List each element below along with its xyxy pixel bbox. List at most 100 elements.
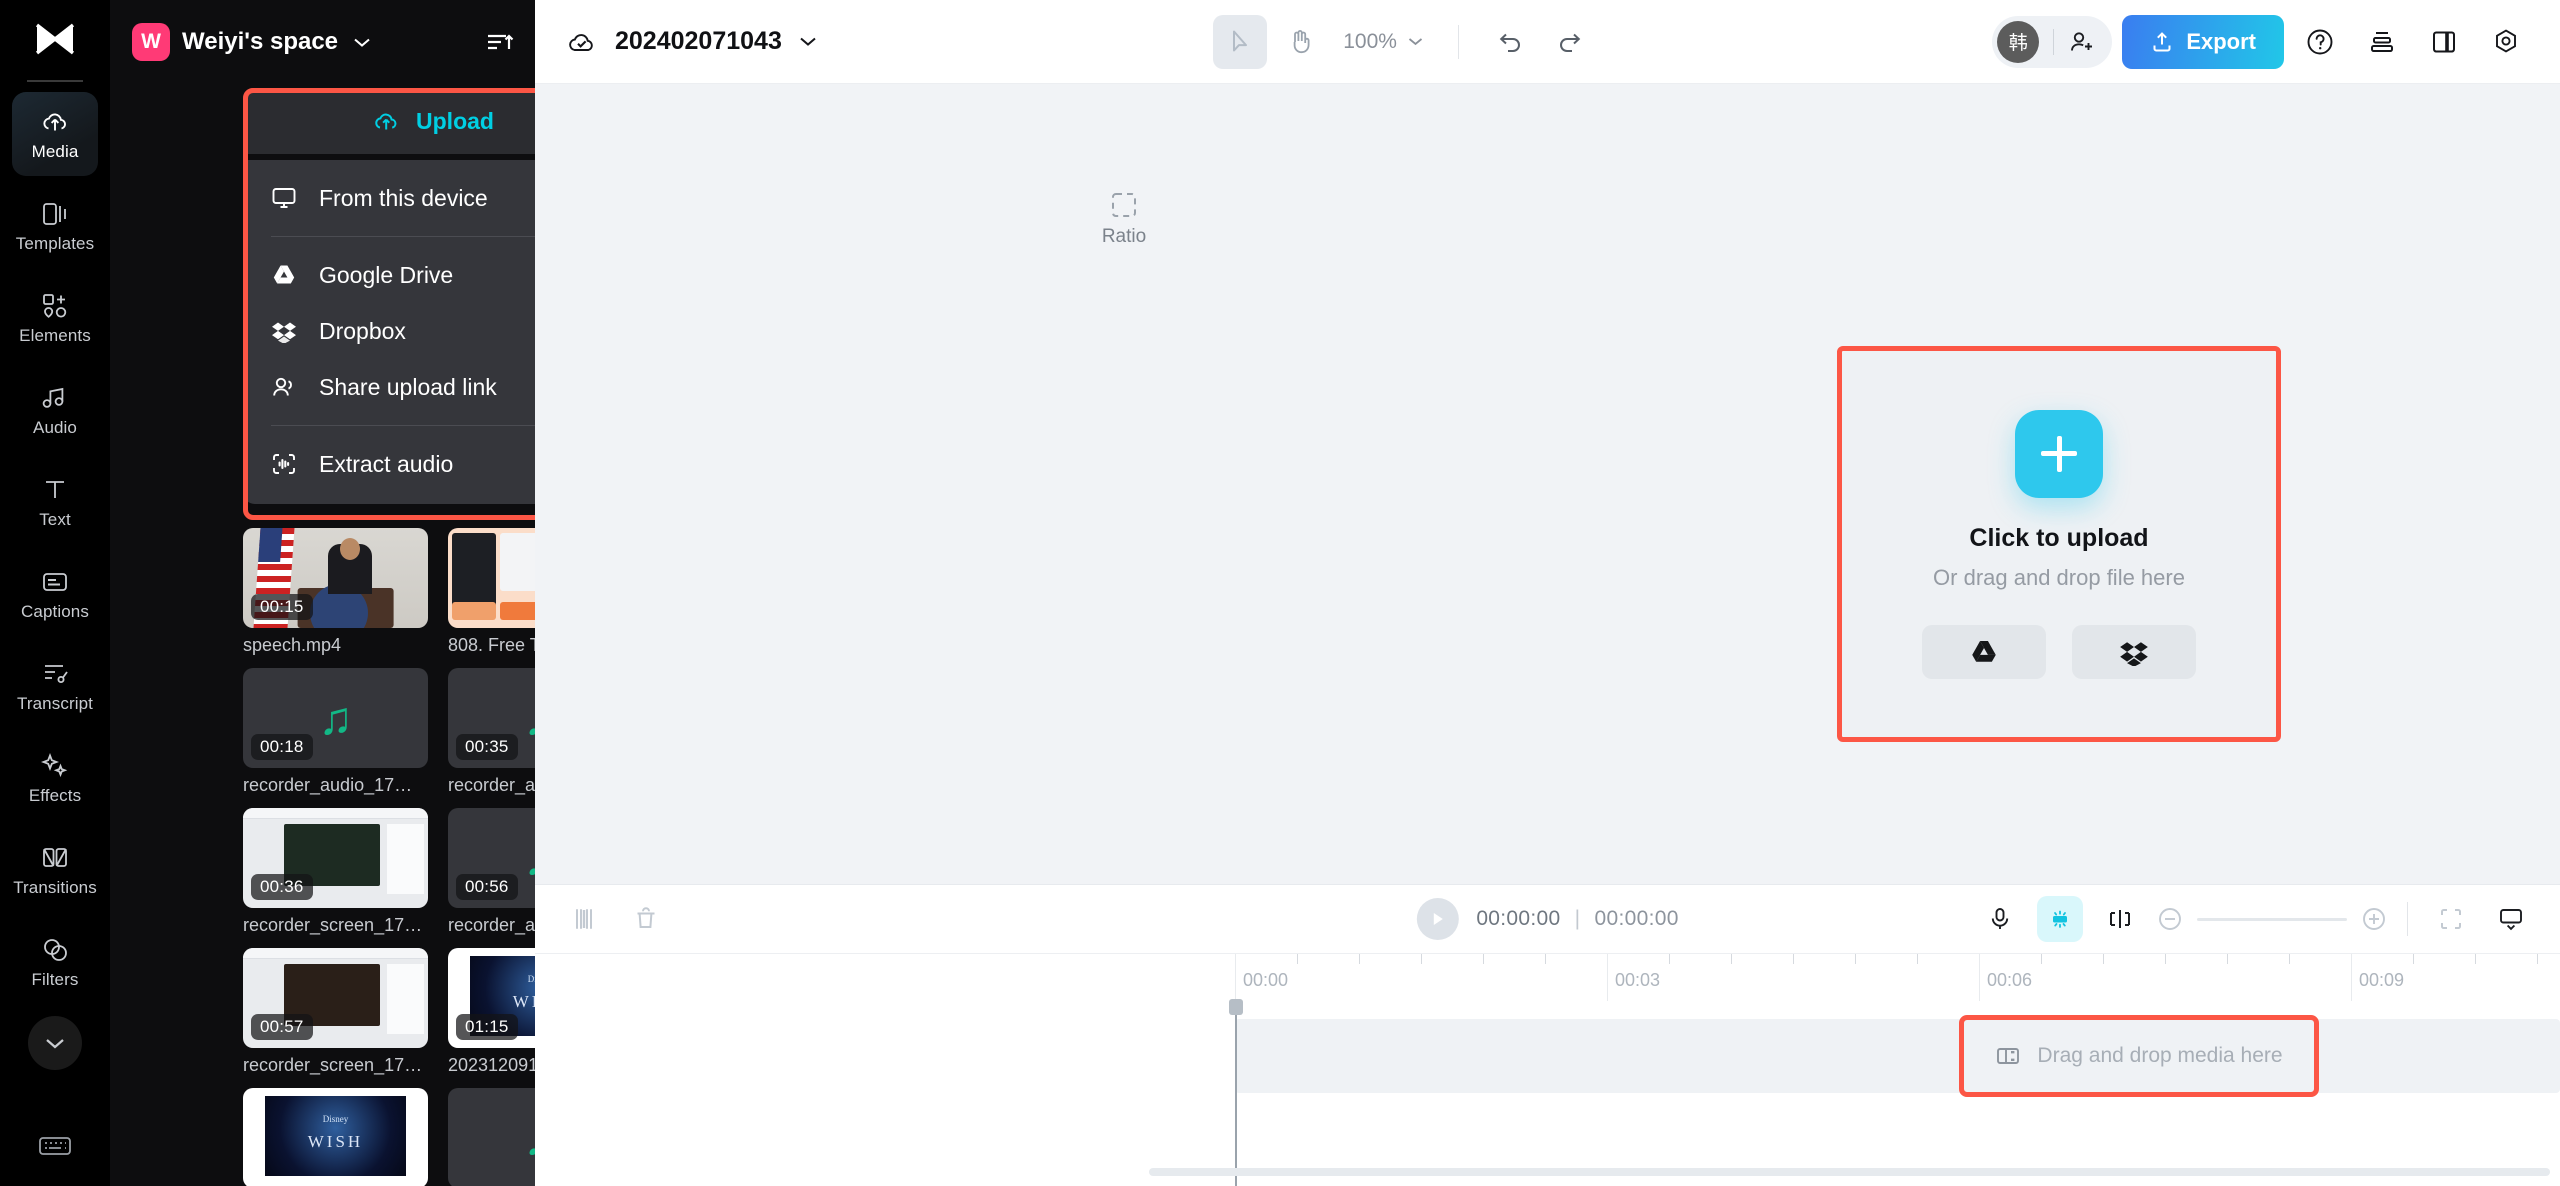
sidebar-item-label: Captions — [21, 602, 89, 622]
media-item[interactable]: 808. Free Text Edit… — [448, 528, 535, 656]
sort-list-icon[interactable] — [485, 30, 515, 54]
media-thumbnail[interactable]: 00:15 — [243, 528, 428, 628]
upload-dropzone[interactable]: Click to upload Or drag and drop file he… — [1842, 351, 2276, 737]
media-item[interactable]: ♫ 00:56 recorder_audio_17… — [448, 808, 535, 936]
playhead[interactable] — [1235, 1001, 1237, 1186]
preview-monitor-button[interactable] — [2488, 896, 2534, 942]
media-duration: 00:36 — [251, 874, 313, 900]
media-thumbnail[interactable]: ♫ 00:18 — [243, 668, 428, 768]
sidebar-item-captions[interactable]: Captions — [12, 552, 98, 636]
timeline-ruler[interactable]: 00:00 00:03 00:06 00:09 00:12 00 — [535, 953, 2560, 1001]
media-thumbnail[interactable]: ♫ 00:56 — [448, 808, 535, 908]
delete-button[interactable] — [623, 896, 669, 942]
people-icon — [271, 375, 297, 399]
workspace-chevron-down-icon[interactable] — [352, 36, 372, 49]
project-chevron-down-icon[interactable] — [798, 35, 818, 48]
media-thumbnail[interactable] — [448, 528, 535, 628]
timeline-edit-tools — [561, 896, 669, 942]
add-person-icon[interactable] — [2068, 29, 2096, 55]
timeline-tracks[interactable]: Drag and drop media here — [535, 1001, 2560, 1186]
sidebar-item-label: Filters — [32, 970, 79, 990]
captions-icon — [40, 567, 70, 597]
menu-item-extract-audio[interactable]: Extract audio — [243, 436, 535, 492]
project-title-group[interactable]: 202402071043 — [565, 27, 818, 56]
sidebar-item-label: Text — [39, 510, 71, 530]
playhead-handle[interactable] — [1229, 999, 1243, 1015]
sidebar-item-filters[interactable]: Filters — [12, 920, 98, 1004]
media-thumbnail[interactable]: DisneyWISH 01:15 — [448, 948, 535, 1048]
timeline-track-row[interactable] — [1235, 1019, 2560, 1093]
plus-icon[interactable] — [2015, 410, 2103, 498]
upload-button[interactable]: Upload — [243, 88, 535, 154]
collaborators-group[interactable]: 韩 — [1992, 16, 2112, 68]
ratio-button[interactable]: Ratio — [1080, 180, 1168, 258]
sidebar-item-elements[interactable]: Elements — [12, 276, 98, 360]
magic-tool-button[interactable] — [2037, 896, 2083, 942]
menu-item-label: Google Drive — [319, 262, 453, 289]
media-name: recorder_screen_17… — [243, 1055, 428, 1076]
sidebar-item-effects[interactable]: Effects — [12, 736, 98, 820]
sidebar-item-text[interactable]: Text — [12, 460, 98, 544]
sidebar-item-media[interactable]: Media — [12, 92, 98, 176]
media-thumbnail[interactable]: ♫ — [448, 1088, 535, 1186]
dropzone-dropbox-button[interactable] — [2072, 625, 2196, 679]
topbar-actions: 韩 Ex — [1992, 15, 2532, 69]
sidebar-item-audio[interactable]: Audio — [12, 368, 98, 452]
fit-to-screen-button[interactable] — [2428, 896, 2474, 942]
text-t-icon — [40, 475, 70, 505]
media-item[interactable]: ♫ 00:18 recorder_audio_17… — [243, 668, 428, 796]
timeline-right-tools — [1977, 896, 2534, 942]
redo-button[interactable] — [1543, 15, 1597, 69]
media-thumbnail[interactable]: ♫ 00:35 — [448, 668, 535, 768]
split-clip-button[interactable] — [561, 896, 607, 942]
timeline-scrollbar[interactable] — [1149, 1168, 2550, 1176]
sidebar-item-templates[interactable]: Templates — [12, 184, 98, 268]
sidebar-item-transitions[interactable]: Transitions — [12, 828, 98, 912]
preview-monitor-icon — [2497, 906, 2525, 932]
media-item[interactable]: ♫ 00:35 recorder_audio_17… — [448, 668, 535, 796]
menu-item-share-upload-link[interactable]: Share upload link — [243, 359, 535, 415]
top-toolbar: 202402071043 100% — [535, 0, 2560, 84]
menu-item-google-drive[interactable]: Google Drive — [243, 247, 535, 303]
keyboard-shortcuts-button[interactable] — [30, 1124, 80, 1168]
media-item[interactable]: 00:57 recorder_screen_17… — [243, 948, 428, 1076]
media-item[interactable]: 00:15 speech.mp4 — [243, 528, 428, 656]
play-button[interactable] — [1416, 898, 1458, 940]
help-button[interactable] — [2294, 16, 2346, 68]
media-item[interactable]: DisneyWISH 01:15 202312091013.mp4 — [448, 948, 535, 1076]
hand-tool-button[interactable] — [1273, 15, 1327, 69]
media-thumbnail[interactable]: 00:57 — [243, 948, 428, 1048]
record-voiceover-button[interactable] — [1977, 896, 2023, 942]
layers-button[interactable] — [2356, 16, 2408, 68]
sidebar-item-transcript[interactable]: Transcript — [12, 644, 98, 728]
hand-icon — [1287, 28, 1313, 56]
media-name: recorder_audio_17… — [448, 915, 535, 936]
dropzone-subtitle: Or drag and drop file here — [1933, 565, 2185, 591]
cloud-upload-icon — [372, 108, 402, 134]
media-thumbnail[interactable]: DisneyWISH — [243, 1088, 428, 1186]
export-button[interactable]: Export — [2122, 15, 2284, 69]
split-view-button[interactable] — [2418, 16, 2470, 68]
workspace-header: W Weiyi's space — [110, 0, 535, 84]
trash-icon — [633, 906, 659, 932]
select-tool-button[interactable] — [1213, 15, 1267, 69]
media-thumbnail[interactable]: 00:36 — [243, 808, 428, 908]
media-item[interactable]: 00:36 recorder_screen_17… — [243, 808, 428, 936]
transition-button[interactable] — [2097, 896, 2143, 942]
media-name: speech.mp4 — [243, 635, 428, 656]
media-item[interactable]: ♫ — [448, 1088, 535, 1186]
settings-button[interactable] — [2480, 16, 2532, 68]
sidebar-more-button[interactable] — [28, 1016, 82, 1070]
thumbnail-art — [448, 528, 535, 628]
menu-item-from-this-device[interactable]: From this device — [243, 170, 535, 226]
zoom-slider[interactable] — [2197, 918, 2347, 921]
media-item[interactable]: DisneyWISH — [243, 1088, 428, 1186]
zoom-level-select[interactable]: 100% — [1343, 30, 1424, 54]
undo-button[interactable] — [1483, 15, 1537, 69]
dropzone-google-drive-button[interactable] — [1922, 625, 2046, 679]
zoom-in-button[interactable] — [2361, 906, 2387, 932]
zoom-out-button[interactable] — [2157, 906, 2183, 932]
menu-item-dropbox[interactable]: Dropbox — [243, 303, 535, 359]
transition-icon — [2106, 907, 2134, 931]
media-library-list[interactable]: 00:15 speech.mp4 808. Free Text Edit… — [110, 528, 535, 1186]
